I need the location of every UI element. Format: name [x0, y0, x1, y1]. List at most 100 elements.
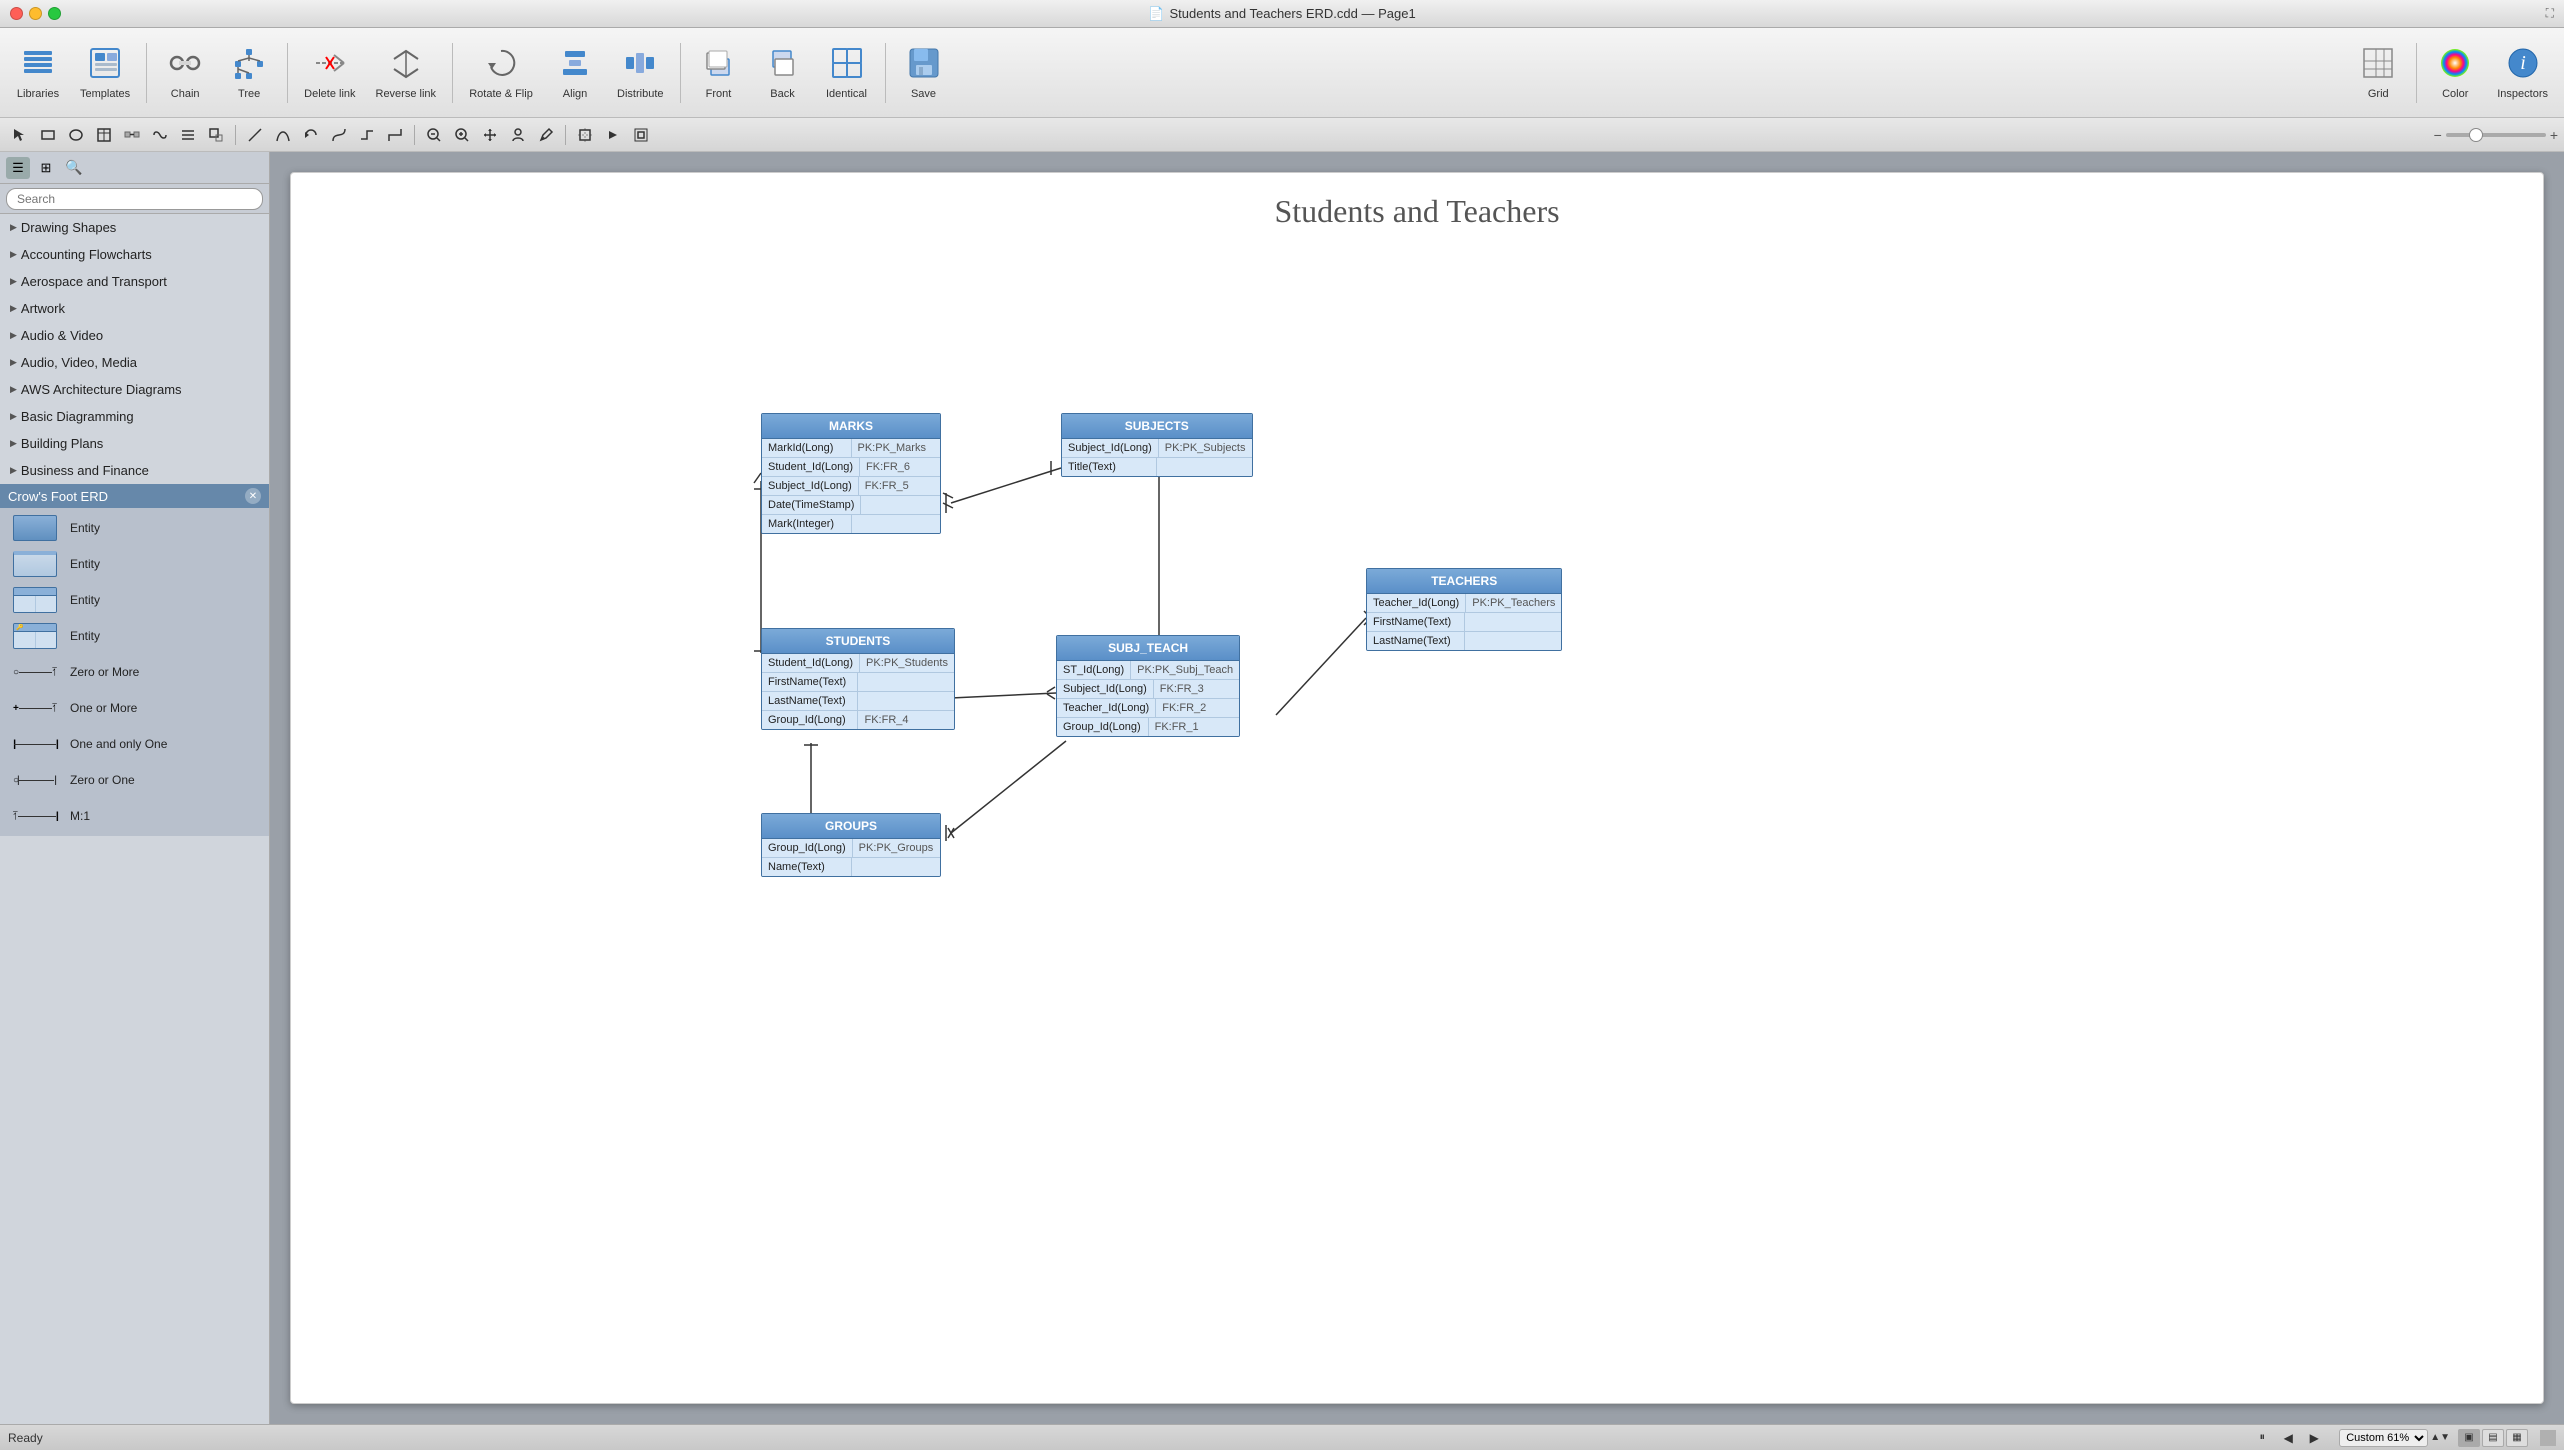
crows-foot-erd-close[interactable]: ✕	[245, 488, 261, 504]
ortho-tool[interactable]	[353, 122, 381, 148]
table-row: Group_Id(Long) PK:PK_Groups	[762, 839, 940, 858]
minimize-button[interactable]	[29, 7, 42, 20]
reverse-link-button[interactable]: Reverse link	[368, 39, 445, 106]
zoom-stepper-icon[interactable]: ▲▼	[2430, 1432, 2450, 1443]
sidebar-item-aerospace[interactable]: Aerospace and Transport	[0, 268, 269, 295]
sidebar-list-view-btn[interactable]: ☰	[6, 157, 30, 179]
shape-preview: + ⥘	[10, 693, 60, 723]
svg-text:i: i	[2520, 52, 2526, 74]
inspectors-button[interactable]: i Inspectors	[2489, 39, 2556, 106]
multi-connect-tool[interactable]	[174, 122, 202, 148]
libraries-button[interactable]: Libraries	[8, 39, 68, 106]
pause-button[interactable]: ⏸	[2253, 1429, 2271, 1447]
shape-zero-or-one[interactable]: ○| | Zero or One	[0, 762, 269, 798]
person-tool[interactable]	[504, 122, 532, 148]
sidebar-item-audio-video-media[interactable]: Audio, Video, Media	[0, 349, 269, 376]
sidebar-search-input[interactable]	[6, 188, 263, 210]
back-button[interactable]: Back	[753, 39, 813, 106]
color-button[interactable]: Color	[2425, 39, 2485, 106]
close-button[interactable]	[10, 7, 23, 20]
sidebar-grid-view-btn[interactable]: ⊞	[34, 157, 58, 179]
connect-tool[interactable]	[118, 122, 146, 148]
table-tool[interactable]	[90, 122, 118, 148]
elbow-tool[interactable]	[381, 122, 409, 148]
curve-tool[interactable]	[269, 122, 297, 148]
erd-table-marks[interactable]: MARKS MarkId(Long) PK:PK_Marks Student_I…	[761, 413, 941, 534]
sidebar-search-btn[interactable]: 🔍	[62, 157, 86, 179]
page-view-single[interactable]: ▣	[2458, 1429, 2480, 1447]
erd-table-teachers-body: Teacher_Id(Long) PK:PK_Teachers FirstNam…	[1367, 594, 1561, 650]
table-row: FirstName(Text)	[1367, 613, 1561, 632]
sidebar-item-audio-video[interactable]: Audio & Video	[0, 322, 269, 349]
connect-mode-tool[interactable]	[599, 122, 627, 148]
erd-table-teachers[interactable]: TEACHERS Teacher_Id(Long) PK:PK_Teachers…	[1366, 568, 1562, 651]
rotate-flip-button[interactable]: Rotate & Flip	[461, 39, 541, 106]
annotate-tool[interactable]	[532, 122, 560, 148]
bezier-tool[interactable]	[325, 122, 353, 148]
erd-table-students[interactable]: STUDENTS Student_Id(Long) PK:PK_Students…	[761, 628, 955, 730]
undo-tool[interactable]	[297, 122, 325, 148]
sidebar-item-accounting[interactable]: Accounting Flowcharts	[0, 241, 269, 268]
zoom-slider[interactable]	[2446, 133, 2546, 137]
sidebar-item-aws[interactable]: AWS Architecture Diagrams	[0, 376, 269, 403]
page-view-multi[interactable]: ▦	[2506, 1429, 2528, 1447]
rect-tool[interactable]	[34, 122, 62, 148]
shape-entity-stripe[interactable]: Entity	[0, 546, 269, 582]
line-tool[interactable]	[241, 122, 269, 148]
main-content: ☰ ⊞ 🔍 Drawing Shapes Accounting Flowchar…	[0, 152, 2564, 1424]
diagram-canvas[interactable]: Students and Teachers	[290, 172, 2544, 1404]
erd-table-subj-teach[interactable]: SUBJ_TEACH ST_Id(Long) PK:PK_Subj_Teach …	[1056, 635, 1240, 737]
align-button[interactable]: Align	[545, 39, 605, 106]
templates-button[interactable]: Templates	[72, 39, 138, 106]
tree-button[interactable]: Tree	[219, 39, 279, 106]
zoom-select[interactable]: Custom 61% 50% 75% 100% 125% 150%	[2339, 1429, 2428, 1447]
zoom-scroll-tool[interactable]	[420, 122, 448, 148]
front-button[interactable]: Front	[689, 39, 749, 106]
libraries-icon	[20, 45, 56, 86]
libraries-label: Libraries	[17, 88, 59, 100]
shape-entity-plain[interactable]: Entity	[0, 510, 269, 546]
shape-zero-or-more[interactable]: ○ ⥘ Zero or More	[0, 654, 269, 690]
erd-table-subjects[interactable]: SUBJECTS Subject_Id(Long) PK:PK_Subjects…	[1061, 413, 1253, 477]
zoom-in-icon[interactable]: +	[2550, 127, 2558, 143]
shape-preview	[10, 513, 60, 543]
zoom-in-tool[interactable]	[448, 122, 476, 148]
pan-tool[interactable]	[476, 122, 504, 148]
sidebar-item-drawing-shapes[interactable]: Drawing Shapes	[0, 214, 269, 241]
shape-m1[interactable]: ⥘ || M:1	[0, 798, 269, 834]
canvas-area[interactable]: Students and Teachers	[270, 152, 2564, 1424]
shape-preview: ○ ⥘	[10, 657, 60, 687]
sidebar-item-business[interactable]: Business and Finance	[0, 457, 269, 484]
shape-entity-split[interactable]: 🔑 Entity	[0, 618, 269, 654]
save-button[interactable]: Save	[894, 39, 954, 106]
shape-entity-striped2[interactable]: Entity	[0, 582, 269, 618]
crows-foot-erd-header[interactable]: Crow's Foot ERD ✕	[0, 484, 269, 508]
prev-page-button[interactable]: ◀	[2279, 1429, 2297, 1447]
select-tool[interactable]	[6, 122, 34, 148]
smart-connect-tool[interactable]	[146, 122, 174, 148]
identical-button[interactable]: Identical	[817, 39, 877, 106]
table-row: FirstName(Text)	[762, 673, 954, 692]
resize-tool[interactable]	[202, 122, 230, 148]
next-page-button[interactable]: ▶	[2305, 1429, 2323, 1447]
sidebar-item-basic[interactable]: Basic Diagramming	[0, 403, 269, 430]
ellipse-tool[interactable]	[62, 122, 90, 148]
page-view-double[interactable]: ▤	[2482, 1429, 2504, 1447]
fullscreen-button[interactable]: ⛶	[2546, 6, 2554, 21]
delete-link-button[interactable]: Delete link	[296, 39, 363, 106]
table-row: Title(Text)	[1062, 458, 1252, 476]
erd-table-groups[interactable]: GROUPS Group_Id(Long) PK:PK_Groups Name(…	[761, 813, 941, 877]
chain-button[interactable]: Chain	[155, 39, 215, 106]
shape-one-or-more[interactable]: + ⥘ One or More	[0, 690, 269, 726]
grid-snap-tool[interactable]	[627, 122, 655, 148]
shape-one-and-only-one[interactable]: || || One and only One	[0, 726, 269, 762]
rotate-flip-label: Rotate & Flip	[469, 88, 533, 100]
connector-students-subjteach	[951, 693, 1056, 698]
grid-button[interactable]: Grid	[2348, 39, 2408, 106]
sidebar-item-artwork[interactable]: Artwork	[0, 295, 269, 322]
fit-page-tool[interactable]	[571, 122, 599, 148]
sidebar-item-building[interactable]: Building Plans	[0, 430, 269, 457]
maximize-button[interactable]	[48, 7, 61, 20]
zoom-out-icon[interactable]: −	[2434, 127, 2442, 143]
distribute-button[interactable]: Distribute	[609, 39, 671, 106]
